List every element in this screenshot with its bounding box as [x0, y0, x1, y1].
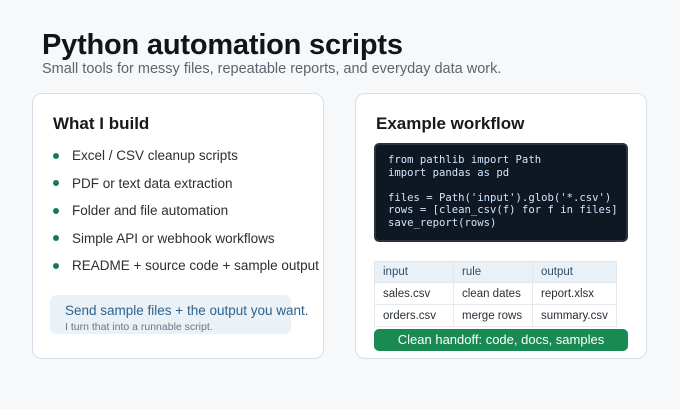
workflow-table: input rule output sales.csv clean dates …: [374, 261, 617, 327]
sample-files-callout: Send sample files + the output you want.…: [50, 295, 309, 334]
what-i-build-heading: What I build: [53, 114, 150, 133]
bullet-dot-icon: [53, 152, 59, 159]
feature-item: README + source code + sample output: [53, 252, 319, 280]
feature-item: PDF or text data extraction: [53, 170, 319, 198]
feature-list: Excel / CSV cleanup scripts PDF or text …: [53, 142, 319, 280]
example-workflow-card: Example workflow from pathlib import Pat…: [355, 93, 647, 359]
handoff-banner: Clean handoff: code, docs, samples: [374, 329, 628, 351]
table-row: orders.csv merge rows summary.csv: [374, 304, 617, 327]
code-line: from pathlib import Path: [388, 154, 542, 166]
table-row: sales.csv clean dates report.xlsx: [374, 282, 617, 305]
code-snippet: from pathlib import Path import pandas a…: [374, 143, 628, 242]
bullet-dot-icon: [53, 207, 59, 214]
callout-message: Send sample files + the output you want.: [65, 303, 309, 318]
feature-label: Folder and file automation: [72, 203, 229, 219]
code-line: import pandas as pd: [388, 166, 510, 179]
bullet-dot-icon: [53, 180, 59, 187]
bullet-dot-icon: [53, 262, 59, 269]
bullet-dot-icon: [53, 235, 59, 242]
feature-item: Simple API or webhook workflows: [53, 225, 319, 253]
feature-label: README + source code + sample output: [72, 258, 319, 274]
table-cell: summary.csv: [532, 304, 617, 327]
code-line: files = Path('input').glob('*.csv'): [388, 191, 612, 204]
feature-label: Excel / CSV cleanup scripts: [72, 148, 238, 164]
page-title: Python automation scripts: [42, 29, 403, 61]
example-workflow-heading: Example workflow: [376, 114, 525, 133]
feature-label: Simple API or webhook workflows: [72, 230, 275, 246]
what-i-build-card: What I build Excel / CSV cleanup scripts…: [32, 93, 324, 359]
table-header-row: input rule output: [374, 261, 617, 283]
feature-item: Excel / CSV cleanup scripts: [53, 142, 319, 170]
callout-subtext: I turn that into a runnable script.: [65, 321, 213, 333]
column-header-rule: rule: [453, 261, 533, 283]
table-cell: sales.csv: [374, 282, 454, 305]
page: Python automation scripts Small tools fo…: [0, 0, 680, 409]
table-cell: merge rows: [453, 304, 533, 327]
column-header-input: input: [374, 261, 454, 283]
table-cell: clean dates: [453, 282, 533, 305]
code-line: rows = [clean_csv(f) for f in files]: [388, 204, 618, 217]
table-cell: orders.csv: [374, 304, 454, 327]
code-line: save_report(rows): [388, 216, 497, 229]
feature-item: Folder and file automation: [53, 197, 319, 225]
feature-label: PDF or text data extraction: [72, 175, 233, 191]
page-subtitle: Small tools for messy files, repeatable …: [42, 61, 502, 77]
table-cell: report.xlsx: [532, 282, 617, 305]
column-header-output: output: [532, 261, 617, 283]
